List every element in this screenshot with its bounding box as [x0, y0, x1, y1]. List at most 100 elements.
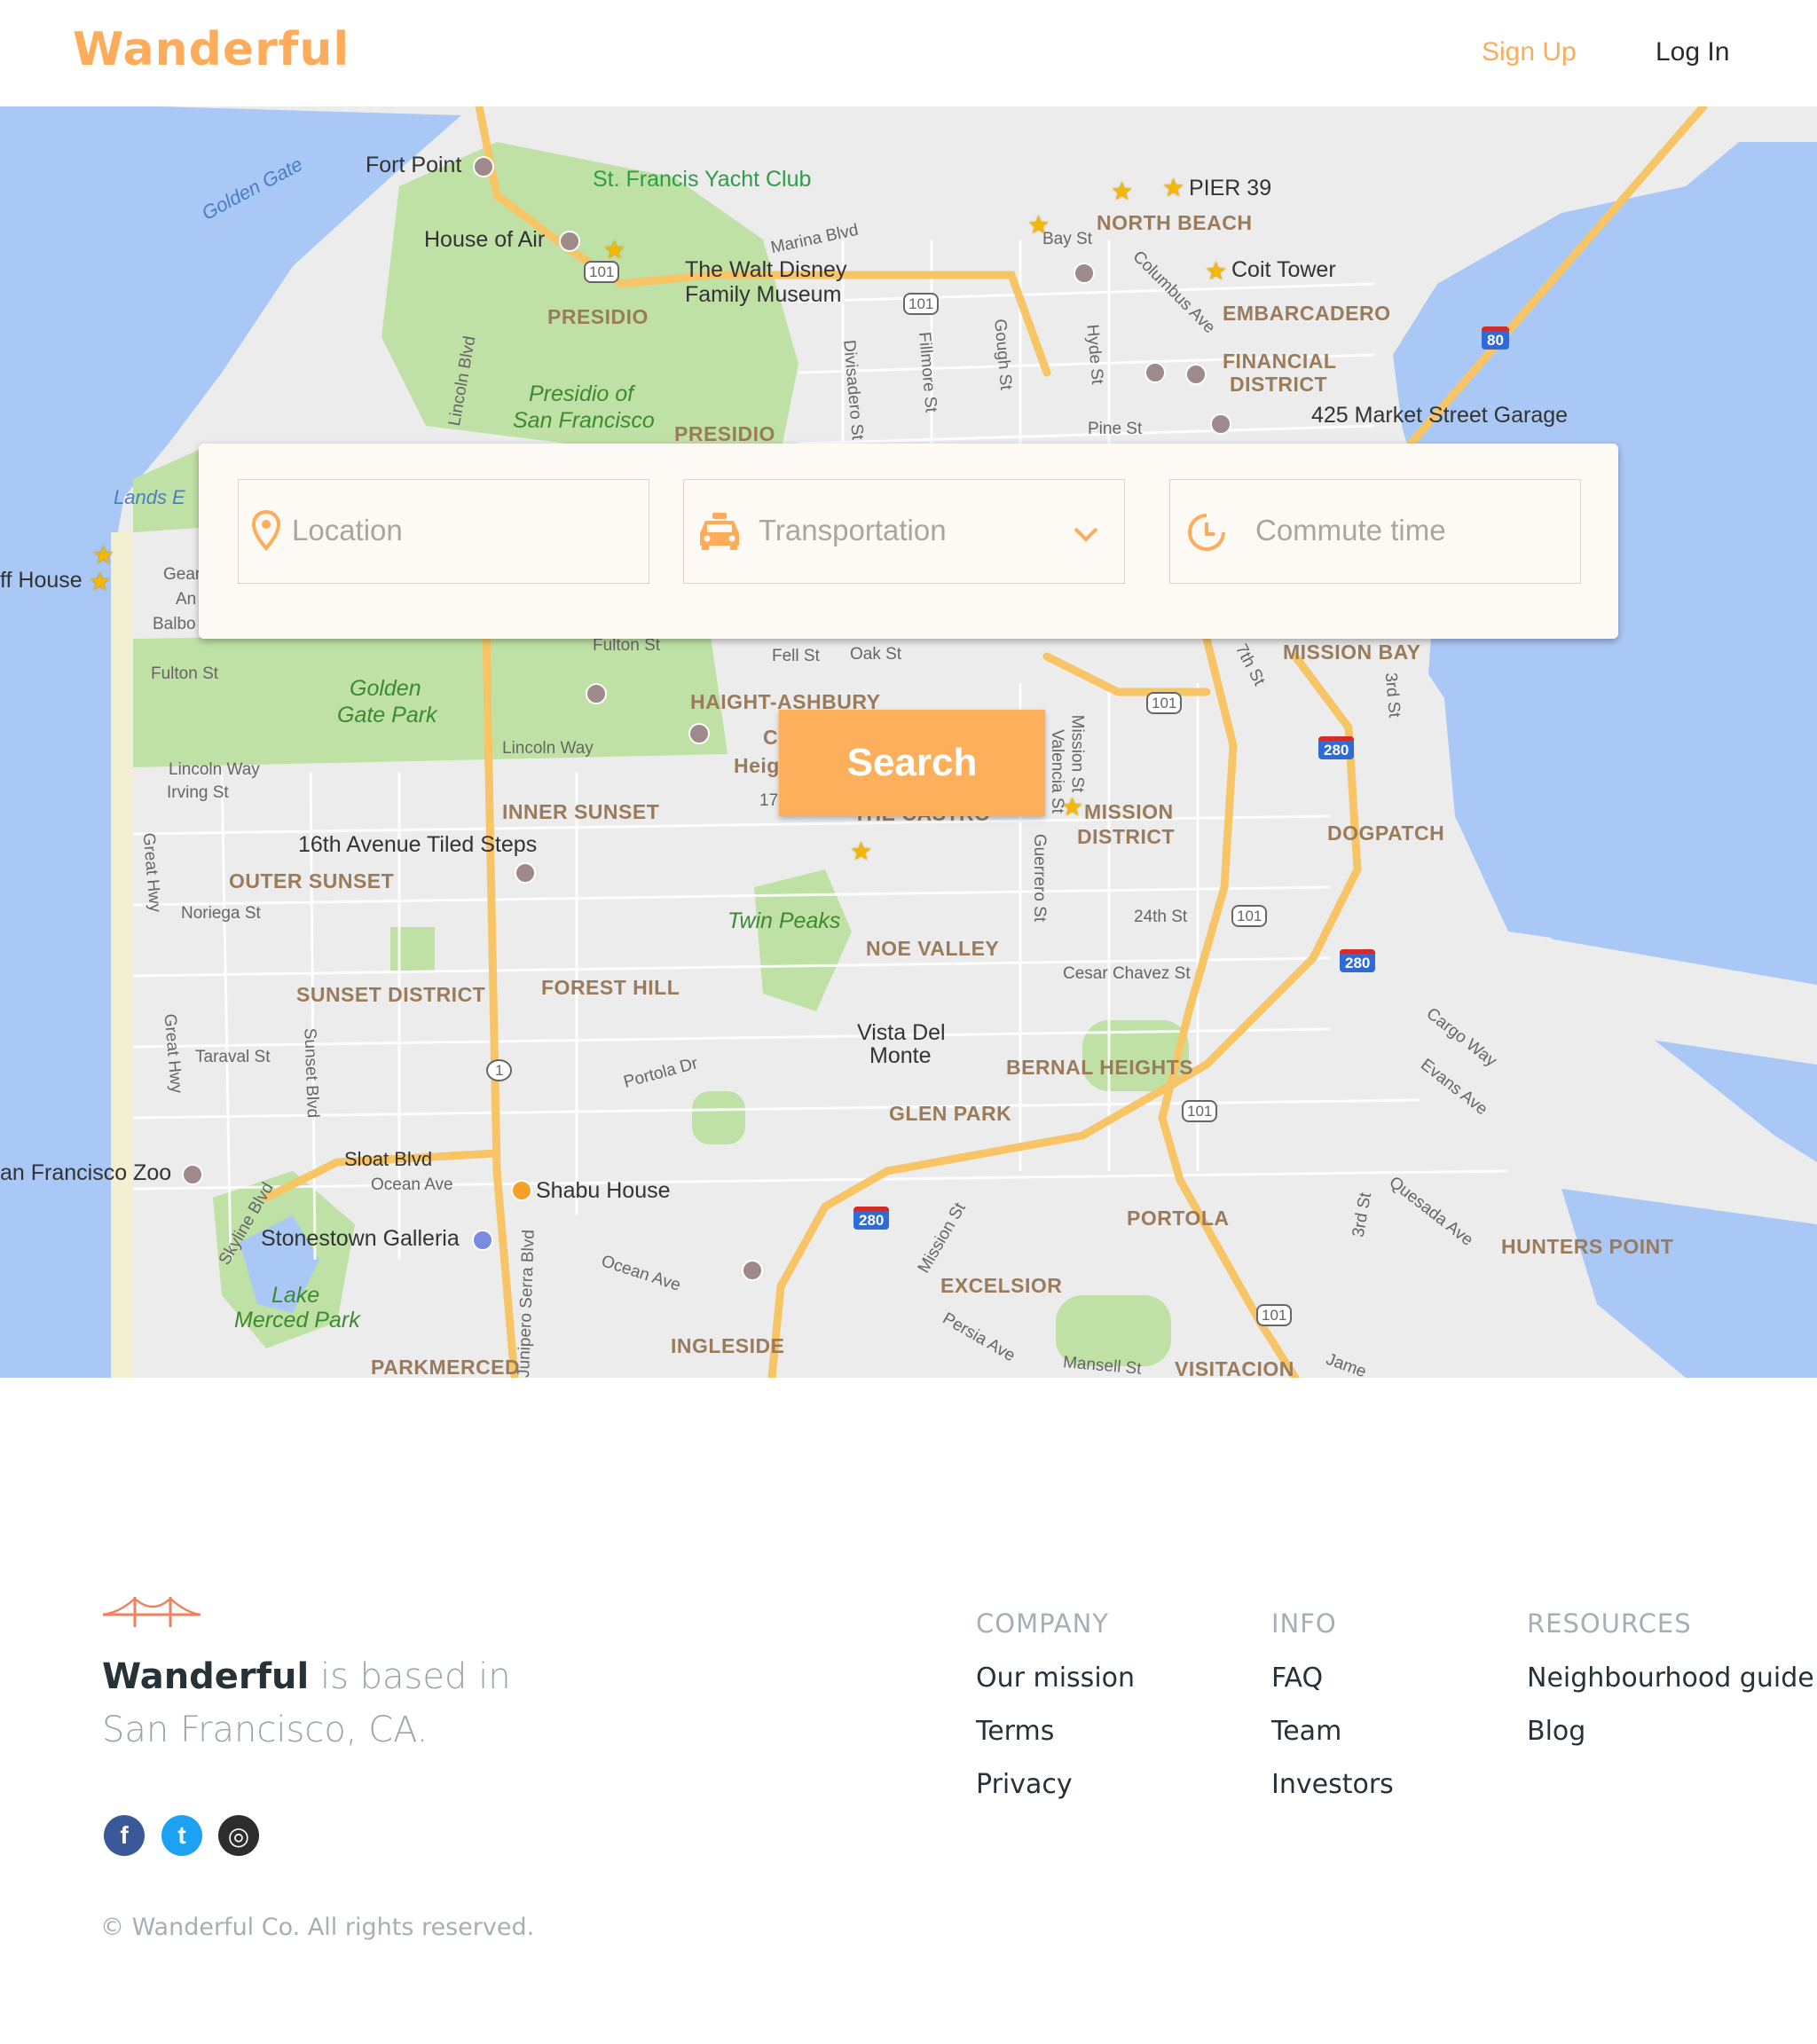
place-pin [1074, 263, 1095, 284]
map-label-portola: PORTOLA [1127, 1207, 1230, 1230]
search-panel: Location Transportation Commute time [199, 444, 1618, 639]
map-label-fulton-st-2: Fulton St [593, 636, 661, 655]
place-pin [742, 1260, 763, 1281]
map-label-hunters-point: HUNTERS POINT [1501, 1235, 1674, 1258]
map-label-an: An [176, 590, 197, 609]
place-pin [182, 1164, 203, 1185]
signup-link[interactable]: Sign Up [1482, 37, 1577, 67]
highway-280-shield: 280 [1318, 736, 1355, 759]
map-label-presidio-2: PRESIDIO [674, 422, 775, 445]
map-label-sf-zoo: an Francisco Zoo [0, 1160, 172, 1185]
map-label-24th-st: 24th St [1134, 908, 1188, 926]
map-label-balbo: Balbo [153, 615, 196, 633]
map-label-gear: Gear [163, 565, 201, 584]
star-marker: ★ [1205, 257, 1228, 285]
resources-heading: RESOURCES [1527, 1608, 1692, 1639]
footer-link-blog[interactable]: Blog [1527, 1716, 1585, 1747]
search-button[interactable]: Search [779, 710, 1045, 816]
footer-link-neighbourhood-guide[interactable]: Neighbourhood guide [1527, 1663, 1814, 1694]
star-marker: ★ [850, 837, 873, 865]
highway-101-shield: 101 [1182, 1100, 1218, 1122]
map-label-north-beach: NORTH BEACH [1097, 211, 1253, 234]
star-marker: ★ [89, 568, 112, 595]
star-marker: ★ [92, 541, 115, 569]
login-link[interactable]: Log In [1656, 37, 1729, 67]
map-label-embarcadero: EMBARCADERO [1223, 302, 1391, 325]
map-label-vista-del: Vista Del [857, 1020, 946, 1045]
map-label-presidio-sf: Presidio of [529, 381, 634, 406]
map-label-inner-sunset: INNER SUNSET [502, 800, 660, 823]
map-label-lake: Lake [271, 1283, 320, 1308]
footer-link-terms[interactable]: Terms [976, 1716, 1054, 1747]
map-label-parkmerced: PARKMERCED [371, 1356, 521, 1378]
restaurant-pin [511, 1180, 532, 1201]
map-label-fort-point: Fort Point [366, 153, 462, 177]
brand-logo[interactable]: Wanderful [73, 23, 350, 76]
commute-placeholder: Commute time [1255, 514, 1446, 546]
twitter-icon[interactable]: t [161, 1815, 202, 1856]
footer-brand: Wanderful [102, 1656, 310, 1697]
footer-link-privacy[interactable]: Privacy [976, 1769, 1073, 1800]
map-label-cliff-house: ff House [0, 568, 83, 593]
highway-101-shield: 101 [1146, 692, 1183, 714]
map-label-forest-hill: FOREST HILL [541, 976, 680, 999]
place-pin [1144, 362, 1166, 383]
map-label-golden-gate-park-2: Gate Park [337, 703, 437, 727]
footer-link-our-mission[interactable]: Our mission [976, 1663, 1135, 1694]
highway-101-shield: 101 [1256, 1304, 1293, 1326]
map-label-guerrero: Guerrero St [1030, 833, 1050, 923]
map-label-taraval: Taraval St [195, 1048, 271, 1066]
map-label-house-of-air: House of Air [424, 227, 546, 252]
map-label-stonestown: Stonestown Galleria [261, 1226, 460, 1251]
map-label-glen-park: GLEN PARK [889, 1102, 1012, 1125]
shopping-pin [472, 1230, 493, 1251]
map-label-dogpatch: DOGPATCH [1327, 822, 1445, 845]
map-label-presidio-sf-2: San Francisco [513, 408, 655, 433]
place-pin [515, 862, 536, 884]
highway-101-shield: 101 [584, 261, 620, 283]
about-city: San Francisco, CA. [102, 1710, 429, 1750]
map-label-lincoln-way-2: Lincoln Way [502, 739, 594, 758]
map-label-outer-sunset: OUTER SUNSET [229, 869, 395, 892]
map-label-sunset-blvd: Sunset Blvd [300, 1027, 322, 1119]
about-text-rest: is based in [309, 1656, 511, 1697]
map-label-sunset-district: SUNSET DISTRICT [296, 983, 486, 1006]
map-label-financial: FINANCIAL [1223, 350, 1337, 373]
place-pin [473, 156, 494, 177]
map-label-walt-disney: The Walt Disney [685, 257, 847, 282]
map-label-twin-peaks: Twin Peaks [728, 908, 841, 933]
map-label-ocean-ave: Ocean Ave [371, 1175, 453, 1194]
footer-link-team[interactable]: Team [1271, 1716, 1341, 1747]
facebook-icon[interactable]: f [104, 1815, 145, 1856]
map-label-pier39: PIER 39 [1189, 176, 1272, 200]
map-label-partial-heig: Heig [734, 754, 780, 777]
footer-link-investors[interactable]: Investors [1271, 1769, 1394, 1800]
map-label-monte: Monte [869, 1043, 932, 1068]
map-label-oak-st: Oak St [850, 645, 902, 664]
commute-time-input[interactable]: Commute time [1169, 479, 1581, 584]
transportation-select[interactable]: Transportation [683, 479, 1125, 584]
map-label-bernal: BERNAL HEIGHTS [1006, 1056, 1194, 1079]
map-label-mission-bay: MISSION BAY [1283, 641, 1421, 664]
footer-link-faq[interactable]: FAQ [1271, 1663, 1323, 1694]
map-label-fulton-st: Fulton St [151, 664, 219, 683]
chevron-down-icon[interactable] [1073, 526, 1099, 542]
star-marker: ★ [1111, 177, 1134, 205]
location-input[interactable]: Location [238, 479, 649, 584]
map-label-excelsior: EXCELSIOR [940, 1274, 1063, 1297]
map-label-mission-st: Mission St [1067, 714, 1087, 793]
highway-280-shield: 280 [853, 1207, 890, 1230]
taxi-icon [700, 513, 739, 550]
star-marker: ★ [1162, 174, 1185, 201]
place-pin [586, 683, 607, 704]
map-label-presidio: PRESIDIO [547, 305, 649, 328]
highway-280-shield: 280 [1340, 949, 1376, 972]
map-label-financial-2: DISTRICT [1230, 373, 1328, 396]
map-label-tiled-steps: 16th Avenue Tiled Steps [298, 832, 538, 857]
map-label-partial-c: C [763, 726, 779, 749]
highway-101-shield: 101 [1231, 905, 1268, 927]
map-label-walt-disney-2: Family Museum [685, 282, 842, 307]
map-label-coit-tower: Coit Tower [1231, 257, 1336, 282]
place-pin [688, 723, 710, 744]
instagram-icon[interactable]: ◎ [218, 1815, 259, 1856]
